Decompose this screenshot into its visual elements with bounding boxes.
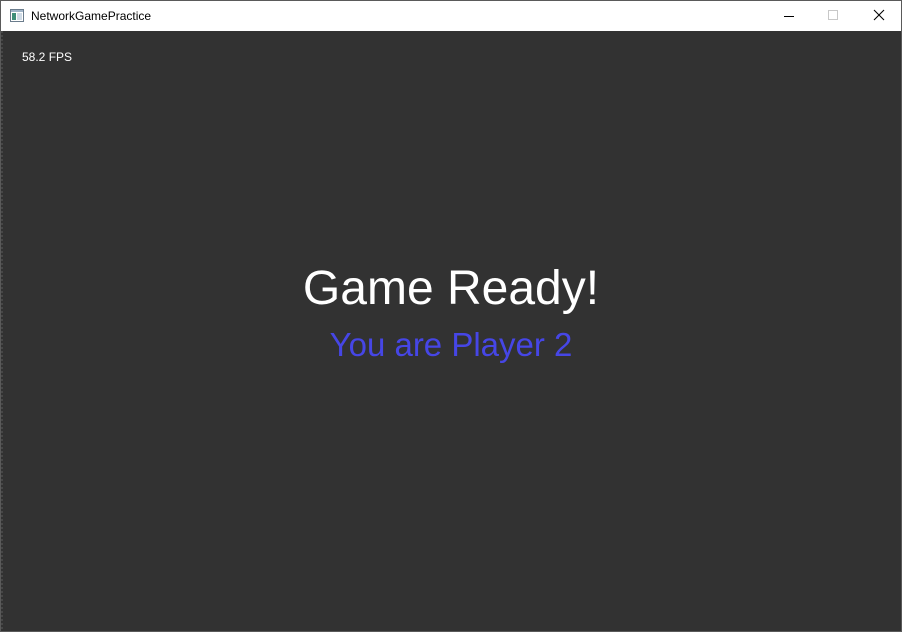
game-status-title: Game Ready! [302,262,600,315]
close-button[interactable] [856,1,901,31]
close-icon [873,9,885,21]
fps-counter: 58.2 FPS [22,50,73,64]
game-canvas[interactable]: 58.2 FPS Game Ready! You are Player 2 [1,31,901,631]
minimize-icon [784,16,794,17]
player-assignment-label: You are Player 2 [329,326,573,363]
window-title: NetworkGamePractice [31,9,152,23]
application-window-icon [10,9,24,22]
minimize-button[interactable] [766,1,811,31]
maximize-icon [828,10,838,20]
app-window: NetworkGamePractice 58.2 FPS Game Ready!… [0,0,902,632]
title-bar[interactable]: NetworkGamePractice [1,1,901,31]
maximize-button[interactable] [811,1,856,31]
